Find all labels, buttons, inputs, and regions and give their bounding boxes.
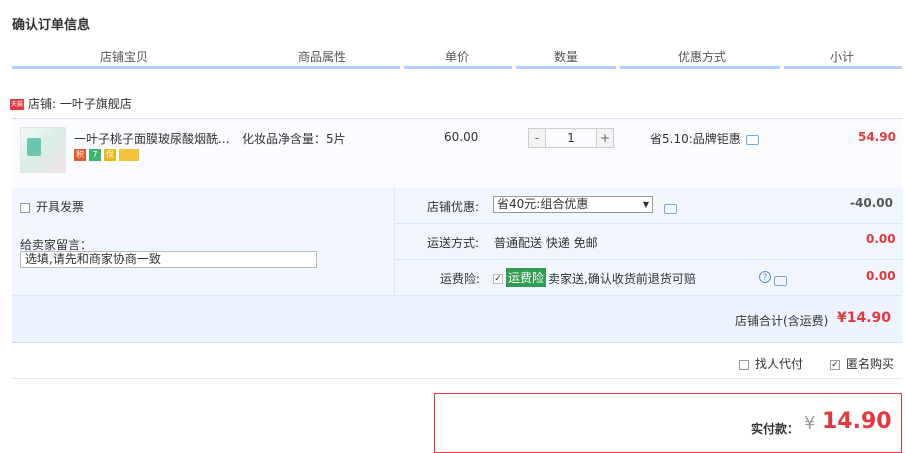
product-title-link[interactable]: 一叶子桃子面膜玻尿酸烟酰...	[74, 130, 234, 147]
shipping-label: 运送方式:	[427, 236, 480, 250]
row-divider	[395, 223, 902, 224]
page-title: 确认订单信息	[12, 18, 91, 33]
column-header-item: 店铺宝贝	[100, 50, 149, 64]
chat-icon[interactable]	[664, 203, 677, 214]
quantity-minus-button[interactable]: -	[528, 128, 546, 148]
header-divider	[516, 66, 616, 69]
row-divider	[395, 259, 902, 260]
product-thumbnail[interactable]	[20, 127, 66, 173]
header-divider	[784, 66, 902, 69]
anonymous-purchase-option[interactable]: 匿名购买	[830, 355, 894, 372]
pay-by-others-option[interactable]: 找人代付	[739, 355, 803, 372]
insurance-name: 运费险	[506, 268, 547, 287]
shop-total-value: ¥14.90	[837, 310, 892, 326]
product-attribute: 化妆品净含量：5片	[242, 132, 346, 146]
shop-discount-label: 店铺优惠:	[427, 200, 480, 214]
payment-label: 实付款：	[751, 422, 800, 436]
column-headers: 店铺宝贝 商品属性 单价 数量 优惠方式 小计	[12, 48, 902, 66]
divider	[12, 378, 902, 379]
shop-name: 天猫 店铺: 一叶子旗舰店	[10, 95, 132, 112]
chat-icon[interactable]	[745, 134, 759, 145]
shop-discount-amount: -40.00	[850, 196, 893, 210]
help-icon[interactable]: ?	[759, 271, 771, 283]
payment-amount: 14.90	[822, 409, 892, 434]
order-item-row	[12, 118, 902, 189]
tmall-icon: 天猫	[10, 99, 24, 110]
shipping-method: 普通配送 快递 免邮	[494, 236, 598, 250]
invoice-option[interactable]: 开具发票	[20, 198, 84, 215]
invoice-label: 开具发票	[36, 200, 85, 214]
insurance-description: 卖家送,确认收货前退货可赔	[548, 272, 696, 286]
credit-card-icon[interactable]	[119, 149, 139, 161]
promotion-text: 省5.10:品牌钜惠	[650, 132, 741, 146]
checkmark-icon	[493, 273, 503, 284]
header-divider	[404, 66, 512, 69]
column-header-quantity: 数量	[554, 50, 579, 64]
points-icon[interactable]: 积	[74, 149, 86, 161]
item-subtotal: 54.90	[858, 130, 896, 144]
shop-label[interactable]: 店铺: 一叶子旗舰店	[28, 97, 132, 111]
pay-by-others-checkbox[interactable]	[739, 359, 749, 370]
item-promotion: 省5.10:品牌钜惠	[650, 130, 759, 147]
quantity-plus-button[interactable]: +	[596, 128, 614, 148]
anonymous-purchase-checkbox[interactable]	[830, 359, 840, 370]
column-header-price: 单价	[445, 50, 470, 64]
guarantee-icon[interactable]: 保	[104, 149, 116, 161]
invoice-checkbox[interactable]	[20, 202, 30, 213]
seven-day-return-icon[interactable]: 7	[89, 149, 101, 161]
unit-price: 60.00	[444, 130, 479, 144]
header-divider	[12, 66, 400, 69]
shipping-fee: 0.00	[866, 232, 896, 246]
shop-discount-select[interactable]: 省40元:组合优惠	[493, 196, 653, 213]
column-header-subtotal: 小计	[830, 50, 855, 64]
insurance-label: 运费险:	[440, 272, 481, 286]
seller-message-input[interactable]: 选填,请先和商家协商一致	[20, 251, 317, 268]
column-header-promotion: 优惠方式	[678, 50, 727, 64]
shop-total-label: 店铺合计(含运费)	[735, 314, 829, 328]
row-divider	[12, 295, 902, 296]
header-divider	[620, 66, 780, 69]
column-header-attribute: 商品属性	[298, 50, 347, 64]
product-badges: 积7保	[74, 149, 142, 163]
currency-symbol: ¥	[804, 413, 816, 434]
pay-by-others-label: 找人代付	[755, 357, 804, 371]
insurance-fee: 0.00	[866, 269, 896, 283]
anonymous-purchase-label: 匿名购买	[846, 357, 895, 371]
chat-icon[interactable]	[773, 275, 787, 286]
quantity-input[interactable]: 1	[546, 128, 596, 148]
